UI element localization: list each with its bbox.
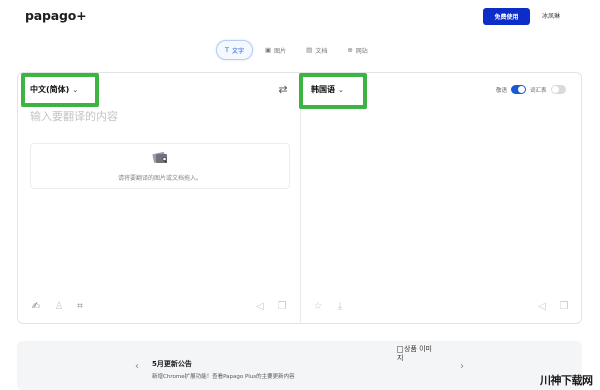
image-upload-icon: [152, 150, 170, 164]
logo-plus: +: [76, 8, 87, 23]
drop-zone-text: 请将要翻译的图片或文档拖入。: [117, 175, 202, 182]
announcement-body: 新增Chrome扩展功能！查看Papago Plus的主要更新内容: [152, 374, 295, 380]
image-alt-text: 지: [397, 354, 404, 362]
product-image: 상품 이미 지: [397, 345, 453, 375]
text-icon: T: [225, 46, 229, 54]
toggle-knob: [518, 86, 526, 93]
chevron-down-icon: ⌄: [72, 85, 79, 94]
document-icon: ▤: [306, 46, 313, 54]
chevron-right-icon[interactable]: ›: [460, 361, 464, 372]
user-menu[interactable]: 冰凤琳: [542, 11, 560, 20]
tab-label: 图片: [274, 47, 287, 55]
image-alt-text: 상품 이미: [404, 345, 432, 353]
honorific-label: 敬语: [496, 87, 508, 94]
tab-text[interactable]: T 文字: [216, 40, 253, 60]
crop-icon[interactable]: ⌗: [74, 301, 86, 313]
source-language-select[interactable]: 中文(简体) ⌄: [30, 84, 78, 95]
speaker-icon[interactable]: ◁: [254, 301, 266, 313]
swap-languages-icon[interactable]: ⇄: [276, 83, 290, 97]
target-language-label: 韩国语: [311, 85, 335, 94]
glossary-toggle[interactable]: [550, 85, 566, 94]
chevron-down-icon: ⌄: [338, 85, 344, 94]
voice-input-icon[interactable]: ♙: [53, 301, 65, 313]
speaker-icon[interactable]: ◁: [536, 301, 548, 313]
handwriting-icon[interactable]: ✍: [30, 301, 42, 313]
tab-label: 文字: [231, 47, 244, 55]
translator-panel: 中文(简体) ⌄ ⇄ 韩国语 ⌄ 敬语 词汇表 输入要翻译的内容 请将要翻译的图…: [17, 72, 582, 324]
option-toggles: 敬语 词汇表: [496, 85, 566, 94]
copy-icon[interactable]: ❐: [558, 301, 570, 313]
tab-label: 文档: [315, 47, 328, 55]
site-watermark: 川神下载网: [540, 374, 593, 387]
toggle-knob: [551, 86, 559, 93]
top-header: papago+ 免费使用 冰凤琳: [0, 0, 600, 34]
source-text-input[interactable]: 输入要翻译的内容: [30, 108, 118, 124]
announcement-banner[interactable]: ‹ 5月更新公告 新增Chrome扩展功能！查看Papago Plus的主要更新…: [17, 341, 582, 390]
papago-logo[interactable]: papago+: [25, 8, 87, 23]
tab-document[interactable]: ▤ 文档: [298, 40, 335, 60]
broken-image-icon: [397, 345, 403, 353]
file-drop-zone[interactable]: 请将要翻译的图片或文档拖入。: [30, 143, 290, 189]
target-language-select[interactable]: 韩国语 ⌄: [311, 84, 344, 95]
globe-icon: ⊕: [347, 46, 353, 54]
copy-icon[interactable]: ❐: [276, 301, 288, 313]
download-icon[interactable]: ⤓: [334, 301, 346, 313]
image-icon: ▣: [265, 46, 272, 54]
star-icon[interactable]: ☆: [312, 301, 324, 313]
announcement-title: 5月更新公告: [152, 360, 192, 368]
tab-image[interactable]: ▣ 图片: [257, 40, 294, 60]
honorific-toggle[interactable]: [511, 85, 527, 94]
chevron-left-icon[interactable]: ‹: [135, 361, 139, 372]
logo-text: papago: [25, 8, 77, 23]
tab-label: 网站: [355, 47, 368, 55]
source-language-label: 中文(简体): [30, 85, 70, 94]
panel-divider: [300, 73, 301, 323]
mode-tabs: T 文字 ▣ 图片 ▤ 文档 ⊕ 网站: [216, 40, 376, 60]
glossary-label: 词汇表: [530, 87, 547, 94]
tab-website[interactable]: ⊕ 网站: [339, 40, 375, 60]
free-use-button[interactable]: 免费使用: [483, 8, 530, 25]
